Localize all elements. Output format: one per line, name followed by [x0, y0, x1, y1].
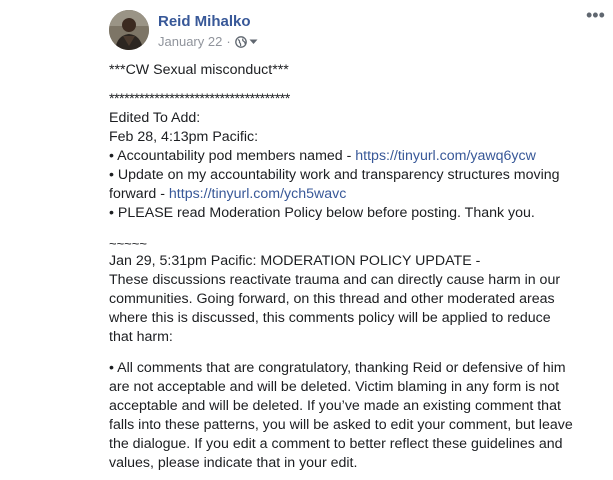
para2-line2: are not acceptable and will be deleted. …	[109, 379, 560, 395]
para2-line4: falls into these patterns, you will be a…	[109, 417, 573, 433]
bullet2-text: forward -	[109, 186, 169, 202]
edited-heading: Edited To Add:	[109, 110, 201, 126]
para1-line2: communities. Going forward, on this thre…	[109, 291, 555, 307]
para2-line5: the dialogue. If you edit a comment to b…	[109, 436, 563, 452]
avatar-image	[109, 10, 149, 50]
content-warning: ***CW Sexual misconduct***	[109, 62, 289, 78]
separator-stars: ************************************	[109, 91, 290, 107]
more-options-icon[interactable]: •••	[586, 6, 605, 24]
bullet-update-line1: • Update on my accountability work and t…	[109, 167, 560, 183]
post-date[interactable]: January 22	[158, 34, 222, 49]
post-body: ***CW Sexual misconduct*** *************…	[109, 61, 609, 473]
moderation-update-heading: Jan 29, 5:31pm Pacific: MODERATION POLIC…	[109, 253, 481, 269]
bullet1-text: • Accountability pod members named -	[109, 148, 356, 164]
bullet-read-policy: • PLEASE read Moderation Policy below be…	[109, 205, 535, 221]
bullet-accountability-pod: • Accountability pod members named - htt…	[109, 147, 609, 166]
tinyurl-link-1[interactable]: https://tinyurl.com/yawq6ycw	[355, 148, 536, 164]
meta-separator: ·	[226, 34, 231, 49]
bullet-update-line2: forward - https://tinyurl.com/ych5wavc	[109, 185, 609, 204]
globe-icon[interactable]	[234, 35, 247, 48]
post-meta: January 22 ·	[158, 34, 258, 49]
para1-line3: where this is discussed, this comments p…	[109, 310, 551, 326]
para2-line6: values, please indicate that in your edi…	[109, 455, 358, 471]
author-name[interactable]: Reid Mihalko	[158, 13, 251, 30]
avatar[interactable]	[109, 10, 149, 50]
tinyurl-link-2[interactable]: https://tinyurl.com/ych5wavc	[169, 186, 346, 202]
edited-time: Feb 28, 4:13pm Pacific:	[109, 129, 259, 145]
para1-line1: These discussions reactivate trauma and …	[109, 272, 561, 288]
caret-down-icon[interactable]	[249, 39, 258, 45]
tilde-separator: ~~~~~	[109, 236, 147, 251]
para2-line1: • All comments that are congratulatory, …	[109, 360, 566, 376]
facebook-post: Reid Mihalko January 22 · ••• ***CW Sexu…	[0, 0, 613, 480]
para2-line3: acceptable and will be deleted. If you’v…	[109, 398, 561, 414]
para1-line4: that harm:	[109, 329, 173, 345]
